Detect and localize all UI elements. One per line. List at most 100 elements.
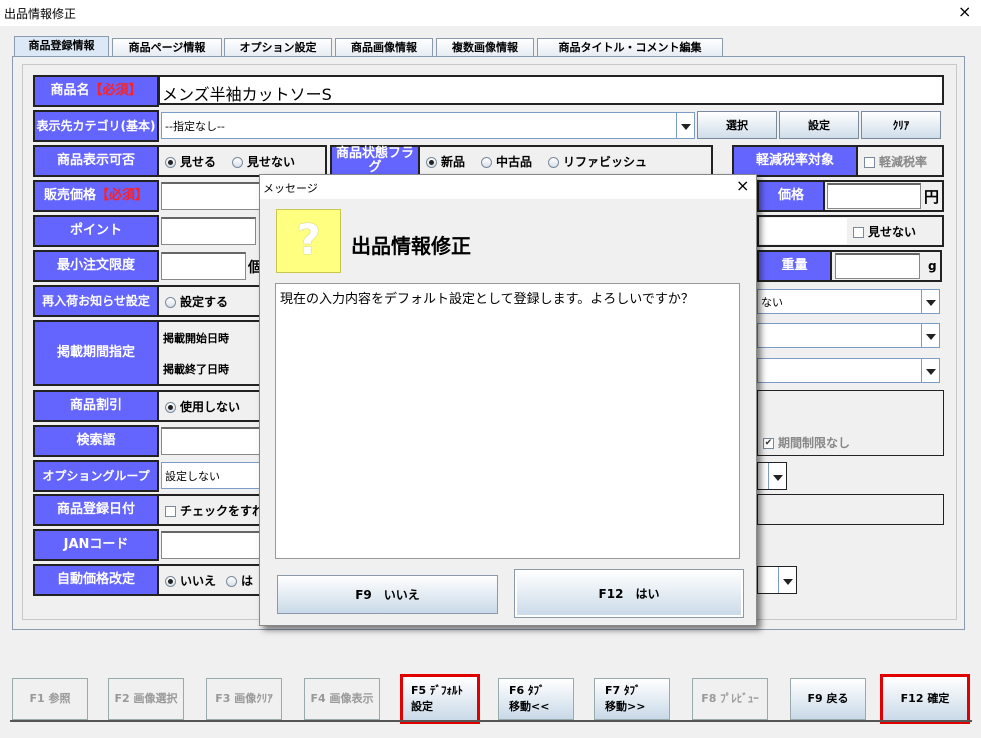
dialog-message: 現在の入力内容をデフォルト設定として登録します。よろしいですか？ [275,283,740,559]
f6-tab-prev-button[interactable]: F6 ﾀﾌﾞ 移動<< [498,678,574,720]
restock-combo-value: ない [761,295,783,309]
visibility-options: 見せる 見せない [157,145,327,177]
restock-set-radio[interactable]: 設定する [165,293,228,310]
tab-product-images[interactable]: 商品画像情報 [335,38,433,56]
category-value: --指定なし-- [165,119,225,133]
tab-product-registration[interactable]: 商品登録情報 [14,36,109,57]
period-cell: 掲載開始日時 掲載終了日時 [157,320,261,386]
reg-date-label: 商品登録日付 [33,494,159,526]
chevron-down-icon[interactable] [921,324,939,347]
auto-price-options: いいえは [157,564,261,596]
tax-checkbox[interactable]: 軽減税率 [856,145,944,177]
price-label: 販売価格 【必須】 [33,180,159,212]
restock-label: 再入荷お知らせ設定 [33,285,159,317]
f5-default-button[interactable]: F5 ﾃﾞﾌｫﾙﾄ 設定 [400,674,480,724]
auto-price-combo[interactable] [757,566,797,594]
tab-options[interactable]: オプション設定 [224,38,332,56]
auto-price-yes-radio[interactable]: は [226,572,253,589]
close-icon[interactable]: × [958,2,971,21]
no-limit-checkbox[interactable]: ✔ 期間制限なし [763,434,850,451]
window-title: 出品情報修正 [4,7,77,21]
discount-options: 使用しない [157,390,261,422]
min-order-label: 最小注文限度 [33,250,159,282]
weight-input[interactable] [835,253,920,279]
tax-label: 軽減税率対象 [732,145,858,177]
condition-options: 新品 中古品 リファビッシュ [418,145,713,177]
chevron-down-icon[interactable] [921,359,939,382]
reg-date-cell: チェックをすれば [157,494,276,526]
f1-button[interactable]: F1 参照 [12,678,88,720]
f2-button[interactable]: F2 画像選択 [108,678,184,720]
tab-title-comment[interactable]: 商品タイトル・コメント編集 [537,38,723,56]
option-group-arrow[interactable] [757,462,787,490]
dialog-yes-button[interactable]: F12 はい [514,569,744,618]
dialog-close-icon[interactable]: × [736,176,749,195]
category-combo[interactable]: --指定なし-- [161,112,695,139]
point-extra-input[interactable] [759,218,847,244]
option-group-combo[interactable]: 設定しない [161,462,261,489]
title-bar: 出品情報修正 × [0,0,981,26]
restock-combo[interactable]: ない [757,289,940,314]
period-end-label: 掲載終了日時 [163,362,229,376]
visibility-hide-radio[interactable]: 見せない [232,153,295,170]
visibility-show-radio[interactable]: 見せる [165,153,216,170]
product-name-input[interactable]: メンズ半袖カットソーS [159,75,944,105]
point-right-cell: 見せない [757,215,944,247]
weight-unit: g [928,259,937,273]
f3-button[interactable]: F3 画像ｸﾘｱ [206,678,282,720]
category-label: 表示先カテゴリ(基本) [33,110,159,142]
discount-label: 商品割引 [33,390,159,422]
dialog-title: メッセージ [263,182,318,195]
chevron-down-icon[interactable] [921,290,939,313]
jan-input[interactable] [161,531,261,559]
f12-confirm-button[interactable]: F12 確定 [880,674,970,724]
condition-used-radio[interactable]: 中古品 [481,153,532,170]
chevron-down-icon[interactable] [676,113,694,138]
f8-preview-button[interactable]: F8 ﾌﾟﾚﾋﾞｭｰ [692,678,768,720]
period-label: 掲載期間指定 [33,320,159,386]
tab-product-page[interactable]: 商品ページ情報 [112,38,222,56]
dialog-heading: 出品情報修正 [351,234,471,258]
auto-price-label: 自動価格改定 [33,564,159,596]
min-order-input[interactable] [161,252,246,280]
tab-multiple-images[interactable]: 複数画像情報 [436,38,534,56]
f4-button[interactable]: F4 画像表示 [304,678,380,720]
restock-options: 設定する [157,285,261,317]
period-start-combo[interactable] [757,323,940,348]
condition-new-radio[interactable]: 新品 [426,153,465,170]
price2-input[interactable] [827,183,921,209]
condition-label: 商品状態フラグ [330,145,420,177]
chevron-down-icon[interactable] [778,567,796,593]
discount-none-radio[interactable]: 使用しない [165,398,240,415]
category-clear-button[interactable]: ｸﾘｱ [861,111,941,139]
confirm-dialog: メッセージ × ? 出品情報修正 現在の入力内容をデフォルト設定として登録します… [259,174,757,626]
option-group-value: 設定しない [165,469,220,483]
yen-unit: 円 [924,187,940,206]
auto-price-no-radio[interactable]: いいえ [165,572,216,589]
f9-back-button[interactable]: F9 戻る [790,678,866,720]
jan-label: JANコード [33,529,159,561]
category-select-button[interactable]: 選択 [697,111,777,139]
keyword-input[interactable] [161,427,261,455]
keyword-label: 検索語 [33,425,159,457]
option-group-label: オプショングループ [33,460,159,492]
dialog-no-button[interactable]: F9 いいえ [277,575,498,614]
reg-date-right [757,494,944,525]
product-name-label: 商品名 【必須】 [33,75,159,107]
footer-divider [10,720,972,722]
point-hide-checkbox[interactable]: 見せない [853,223,916,240]
weight-label: 重量 [757,250,832,282]
dialog-title-bar [260,175,756,199]
price-input[interactable] [161,182,261,210]
visibility-label: 商品表示可否 [33,145,159,177]
f7-tab-next-button[interactable]: F7 ﾀﾌﾞ 移動>> [594,678,670,720]
chevron-down-icon[interactable] [768,463,786,489]
point-input[interactable] [161,217,256,245]
point-label: ポイント [33,215,159,247]
period-end-combo[interactable] [757,358,940,383]
weight-cell: g [830,250,942,282]
price2-cell: 円 [823,180,944,212]
price2-label: 価格 [757,180,825,212]
condition-refurb-radio[interactable]: リファビッシュ [548,153,647,170]
category-set-button[interactable]: 設定 [779,111,859,139]
